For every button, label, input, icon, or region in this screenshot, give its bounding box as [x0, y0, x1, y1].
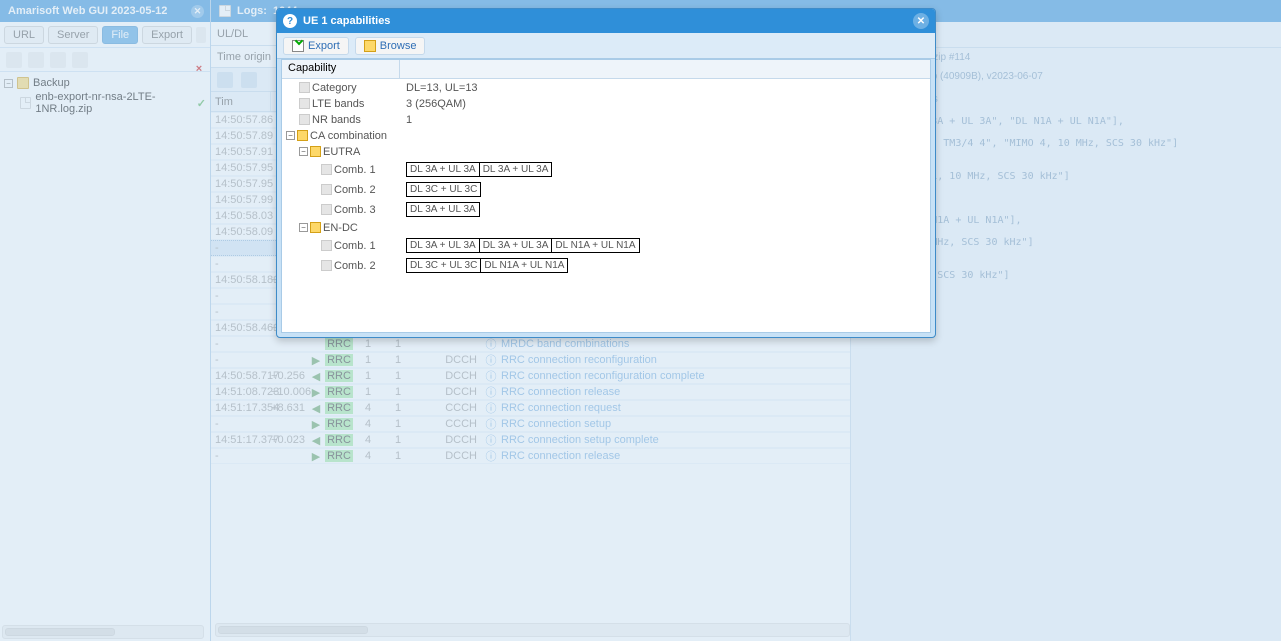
- row-endc-comb2: Comb. 2 DL 3C + UL 3CDL N1A + UL N1A: [282, 255, 930, 275]
- expander-icon[interactable]: −: [299, 223, 308, 232]
- help-icon[interactable]: ?: [283, 14, 297, 28]
- row-eutra-comb2: Comb. 2 DL 3C + UL 3C: [282, 179, 930, 199]
- row-nr: NR bands 1: [282, 111, 930, 127]
- combo-pill: DL 3C + UL 3C: [406, 258, 481, 273]
- row-eutra-comb1: Comb. 1 DL 3A + UL 3ADL 3A + UL 3A: [282, 159, 930, 179]
- folder-icon: [310, 222, 321, 233]
- modal-browse-button[interactable]: Browse: [355, 37, 426, 55]
- combo-pill: DL 3A + UL 3A: [406, 202, 480, 217]
- file-icon: [321, 204, 332, 215]
- row-eutra-comb3: Comb. 3 DL 3A + UL 3A: [282, 199, 930, 219]
- modal-title: UE 1 capabilities: [303, 15, 390, 27]
- export-icon: [292, 40, 304, 52]
- folder-icon: [364, 40, 376, 52]
- modal-body: Capability Category DL=13, UL=13 LTE ban…: [281, 59, 931, 333]
- row-category: Category DL=13, UL=13: [282, 79, 930, 95]
- capabilities-modal: ? UE 1 capabilities ✕ Export Browse Capa…: [276, 8, 936, 338]
- row-ca[interactable]: −CA combination: [282, 127, 930, 143]
- folder-icon: [310, 146, 321, 157]
- row-eutra[interactable]: −EUTRA: [282, 143, 930, 159]
- file-icon: [299, 82, 310, 93]
- combo-pill: DL 3A + UL 3A: [406, 238, 480, 253]
- row-endc-comb1: Comb. 1 DL 3A + UL 3ADL 3A + UL 3ADL N1A…: [282, 235, 930, 255]
- file-icon: [299, 114, 310, 125]
- file-icon: [321, 240, 332, 251]
- modal-toolbar: Export Browse: [277, 33, 935, 59]
- modal-export-button[interactable]: Export: [283, 37, 349, 55]
- row-lte: LTE bands 3 (256QAM): [282, 95, 930, 111]
- combo-pill: DL 3A + UL 3A: [480, 162, 553, 177]
- combo-pill: DL N1A + UL N1A: [552, 238, 639, 253]
- file-icon: [321, 260, 332, 271]
- row-endc[interactable]: −EN-DC: [282, 219, 930, 235]
- expander-icon[interactable]: −: [286, 131, 295, 140]
- capability-rows: Category DL=13, UL=13 LTE bands 3 (256QA…: [282, 79, 930, 332]
- combo-pill: DL 3A + UL 3A: [480, 238, 553, 253]
- file-icon: [321, 184, 332, 195]
- modal-header[interactable]: ? UE 1 capabilities ✕: [277, 9, 935, 33]
- combo-pill: DL N1A + UL N1A: [481, 258, 568, 273]
- file-icon: [321, 164, 332, 175]
- close-icon[interactable]: ✕: [913, 13, 929, 29]
- capability-header: Capability: [282, 60, 930, 79]
- combo-pill: DL 3C + UL 3C: [406, 182, 481, 197]
- col-capability: Capability: [282, 60, 400, 78]
- file-icon: [299, 98, 310, 109]
- folder-icon: [297, 130, 308, 141]
- combo-pill: DL 3A + UL 3A: [406, 162, 480, 177]
- expander-icon[interactable]: −: [299, 147, 308, 156]
